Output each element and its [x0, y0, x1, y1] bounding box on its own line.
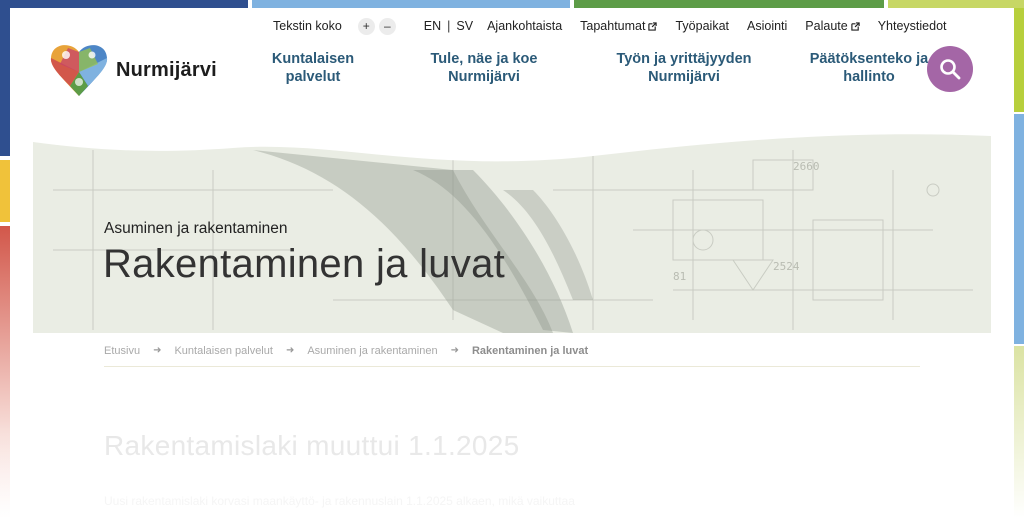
svg-text:2660: 2660	[793, 160, 820, 173]
lang-sv-link[interactable]: SV	[456, 19, 473, 33]
main-navigation: Kuntalaisen palvelut Tule, näe ja koe Nu…	[256, 50, 959, 86]
breadcrumb-current: Rakentaminen ja luvat	[471, 345, 589, 357]
right-color-band-lime	[1014, 346, 1024, 518]
text-size-increase-button[interactable]: +	[357, 17, 375, 35]
right-color-band-green	[1014, 8, 1024, 112]
logo-wordmark: Nurmijärvi	[116, 58, 217, 81]
left-color-band-yellow	[0, 160, 10, 222]
breadcrumb-item-kuntalaisen-palvelut[interactable]: Kuntalaisen palvelut	[174, 345, 272, 357]
page-title: Rakentaminen ja luvat	[103, 242, 506, 286]
top-color-band-lime	[888, 0, 1024, 8]
lang-en-link[interactable]: EN	[424, 19, 441, 33]
top-color-band-lightblue	[252, 0, 570, 8]
lang-separator: |	[447, 19, 451, 33]
external-link-icon	[648, 21, 658, 31]
breadcrumb-arrow-icon: ➜	[285, 345, 295, 356]
utility-link-ajankohtaista[interactable]: Ajankohtaista	[487, 19, 562, 33]
utility-links: Ajankohtaista Tapahtumat Työpaikat Asioi…	[487, 19, 946, 33]
search-button[interactable]	[927, 46, 973, 92]
text-size-decrease-button[interactable]: –	[378, 17, 396, 35]
search-icon	[940, 59, 961, 80]
hero-banner: 2660 2524 81 Asuminen ja rakentaminen Ra…	[33, 130, 991, 333]
site-logo[interactable]: Nurmijärvi	[48, 42, 217, 98]
nav-kuntalaisen-palvelut[interactable]: Kuntalaisen palvelut	[256, 50, 370, 86]
breadcrumb-item-etusivu[interactable]: Etusivu	[104, 345, 140, 357]
breadcrumb-arrow-icon: ➜	[153, 345, 162, 356]
external-link-icon	[851, 21, 860, 31]
svg-text:81: 81	[673, 270, 686, 283]
nav-tyon-ja-yrittajyyden[interactable]: Työn ja yrittäjyyden Nurmijärvi	[594, 50, 774, 86]
utility-link-palaute[interactable]: Palaute	[805, 19, 860, 33]
svg-text:2524: 2524	[773, 260, 800, 273]
top-color-band-green	[574, 0, 884, 8]
utility-bar: Tekstin koko + – EN | SV Ajankohtaista T…	[273, 17, 947, 35]
utility-link-asiointi[interactable]: Asiointi	[747, 19, 787, 33]
breadcrumb-item-asuminen[interactable]: Asuminen ja rakentaminen	[307, 345, 437, 357]
left-color-band-blue	[0, 0, 10, 156]
content-body: Uusi rakentamislaki korvasi maankäyttö- …	[104, 494, 575, 508]
utility-link-yhteystiedot[interactable]: Yhteystiedot	[878, 19, 947, 33]
utility-link-tapahtumat[interactable]: Tapahtumat	[580, 19, 658, 33]
breadcrumb: Etusivu ➜ Kuntalaisen palvelut ➜ Asumine…	[104, 345, 920, 367]
hero-subtitle: Asuminen ja rakentaminen	[104, 220, 288, 237]
heart-logo-icon	[50, 45, 108, 96]
right-color-band-blue	[1014, 114, 1024, 344]
content-heading: Rakentamislaki muuttui 1.1.2025	[104, 430, 520, 461]
language-switcher: EN | SV	[424, 19, 473, 33]
nav-tule-nae-ja-koe[interactable]: Tule, näe ja koe Nurmijärvi	[374, 50, 594, 86]
left-color-band-red	[0, 226, 10, 518]
text-size-label: Tekstin koko	[273, 19, 342, 33]
top-color-band-blue	[0, 0, 248, 8]
utility-link-tyopaikat[interactable]: Työpaikat	[675, 19, 729, 33]
breadcrumb-arrow-icon: ➜	[450, 345, 459, 356]
